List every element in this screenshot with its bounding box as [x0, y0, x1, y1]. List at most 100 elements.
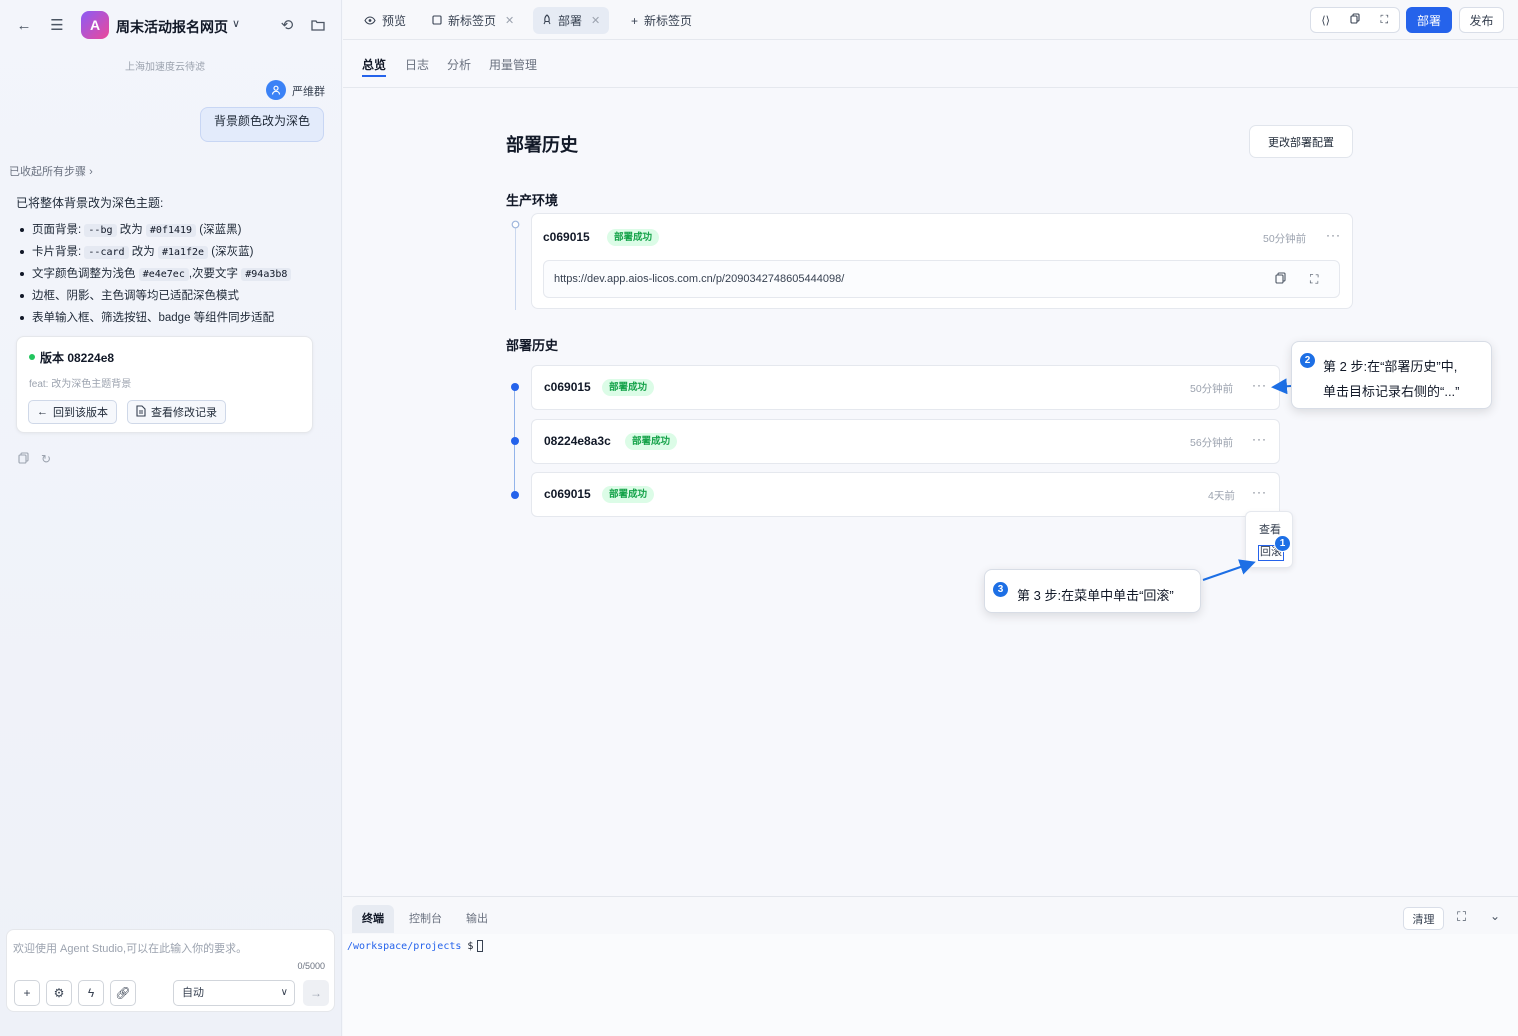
link-button[interactable]: 🔗︎: [110, 980, 136, 1006]
list-item-text: 文字颜色调整为浅色: [32, 268, 136, 280]
chevron-double-down-icon[interactable]: ⌄: [1490, 909, 1500, 923]
deployment-url-box: https://dev.app.aios-licos.com.cn/p/2090…: [543, 260, 1340, 298]
send-button[interactable]: →: [303, 980, 329, 1006]
copy-icon[interactable]: [18, 452, 29, 467]
copy-icon[interactable]: [1340, 13, 1369, 27]
list-item-text: ,次要文字: [188, 268, 239, 280]
list-item-text: 表单输入框、筛选按钮、badge 等组件同步适配: [32, 312, 275, 324]
list-item-text: 边框、阴影、主色调等均已适配深色模式: [32, 290, 239, 302]
subtab-overview[interactable]: 总览: [362, 56, 387, 77]
tab-deploy[interactable]: 部署 ✕: [533, 7, 610, 34]
publish-button[interactable]: 发布: [1459, 7, 1504, 33]
step-2-callout: 2 第 2 步:在“部署历史”中, 单击目标记录右侧的“...”: [1291, 341, 1492, 409]
terminal-cursor: [477, 940, 484, 952]
terminal-line: /workspace/projects $: [347, 940, 484, 952]
fullscreen-icon[interactable]: ⛶: [1370, 14, 1399, 27]
deployment-url[interactable]: https://dev.app.aios-licos.com.cn/p/2090…: [554, 273, 844, 285]
list-item: 卡片背景: --card 改为 #1a1f2e (深灰蓝): [20, 244, 291, 266]
collapsed-steps-label: 已收起所有步骤: [9, 166, 86, 178]
tab-terminal[interactable]: 终端: [352, 905, 394, 933]
inline-code: #0f1419: [145, 224, 197, 237]
subtab-logs[interactable]: 日志: [405, 56, 429, 73]
history-row: 08224e8a3c 部署成功 56分钟前 ···: [531, 419, 1280, 464]
tab-output[interactable]: 输出: [456, 905, 498, 933]
add-button[interactable]: +: [14, 980, 40, 1006]
refresh-icon[interactable]: ↻: [41, 452, 51, 466]
rollback-version-button[interactable]: ← 回到该版本: [28, 400, 117, 424]
deploy-button[interactable]: 部署: [1406, 7, 1452, 33]
commit-hash: c069015: [544, 380, 591, 394]
square-icon: [432, 14, 442, 28]
maximize-icon[interactable]: ⛶: [1457, 909, 1466, 925]
collapsed-steps-toggle[interactable]: 已收起所有步骤 ›: [9, 163, 93, 179]
more-options-button[interactable]: ···: [1252, 378, 1267, 392]
list-item: 边框、阴影、主色调等均已适配深色模式: [20, 288, 291, 310]
terminal-body[interactable]: /workspace/projects $: [343, 934, 1518, 1036]
production-card: c069015 部署成功 50分钟前 ··· https://dev.app.a…: [531, 213, 1353, 309]
more-options-button[interactable]: ···: [1252, 485, 1267, 499]
view-changes-button[interactable]: 查看修改记录: [127, 400, 226, 424]
view-changes-label: 查看修改记录: [151, 407, 217, 419]
tab-label: 新标签页: [448, 14, 497, 28]
version-card: 版本 08224e8 feat: 改为深色主题背景 ← 回到该版本 查看修改记录: [16, 336, 313, 433]
close-icon[interactable]: ✕: [591, 14, 600, 27]
history-row: c069015 部署成功 50分钟前 ···: [531, 365, 1280, 410]
tab-label: 预览: [382, 14, 407, 28]
inline-code: #94a3b8: [241, 268, 292, 281]
tab-new-1[interactable]: 新标签页 ✕: [423, 7, 523, 34]
list-item-text: 改为: [131, 246, 155, 258]
tab-bar: 预览 新标签页 ✕ 部署 ✕ + 新标签页 ⟨⟩ ⛶ 部署 发布: [343, 0, 1518, 40]
status-badge: 部署成功: [602, 486, 655, 503]
history-icon[interactable]: ⟲: [278, 16, 296, 34]
mode-select[interactable]: 自动 ∨: [173, 980, 295, 1006]
subtab-analytics[interactable]: 分析: [447, 56, 471, 73]
version-title: 版本 08224e8: [40, 351, 115, 365]
chat-sidebar: ← ☰ A 周末活动报名网页 ∨ ⟲ 上海加速度云待滤 严维群 背景颜色改为深色…: [0, 0, 342, 1036]
plus-icon: +: [23, 986, 31, 1000]
main-panel: 预览 新标签页 ✕ 部署 ✕ + 新标签页 ⟨⟩ ⛶ 部署 发布 总览 日志 分…: [343, 0, 1518, 1036]
more-options-button[interactable]: ···: [1252, 432, 1267, 446]
list-item-text: 改为: [119, 224, 143, 236]
open-external-icon[interactable]: ⛶: [1310, 272, 1318, 287]
chevron-right-icon: ›: [89, 166, 93, 178]
history-row: c069015 部署成功 4天前 ···: [531, 472, 1280, 517]
list-item: 页面背景: --bg 改为 #0f1419 (深蓝黑): [20, 222, 291, 244]
back-arrow-icon[interactable]: ←: [15, 16, 33, 34]
version-subtitle: feat: 改为深色主题背景: [29, 379, 132, 390]
commit-hash: 08224e8a3c: [544, 434, 611, 448]
workspace-meta: 上海加速度云待滤: [125, 62, 205, 73]
terminal-path: /workspace/projects: [347, 941, 462, 952]
gear-icon: ⚙: [53, 986, 65, 1000]
change-config-button[interactable]: 更改部署配置: [1249, 125, 1353, 158]
clear-button[interactable]: 清理: [1403, 907, 1444, 930]
timeline-node: [511, 220, 520, 229]
production-section-label: 生产环境: [506, 193, 559, 208]
subtab-usage[interactable]: 用量管理: [489, 56, 537, 73]
terminal-tab-bar: 终端 控制台 输出 清理 ⛶ ⌄: [343, 896, 1518, 934]
inline-code: --bg: [84, 224, 117, 237]
menu-item-view[interactable]: 查看: [1259, 521, 1281, 537]
chevron-down-icon[interactable]: ∨: [232, 17, 240, 30]
settings-button[interactable]: ⚙: [46, 980, 72, 1006]
copy-icon[interactable]: [1275, 272, 1286, 287]
list-item: 表单输入框、筛选按钮、badge 等组件同步适配: [20, 310, 291, 332]
more-options-button[interactable]: ···: [1326, 228, 1341, 242]
chat-input[interactable]: 欢迎使用 Agent Studio,可以在此输入你的要求。: [13, 940, 247, 956]
new-tab-button[interactable]: + 新标签页: [622, 7, 701, 34]
lightning-button[interactable]: ϟ: [78, 980, 104, 1006]
history-section-label: 部署历史: [506, 338, 559, 353]
tab-console[interactable]: 控制台: [399, 905, 452, 933]
tab-preview[interactable]: 预览: [355, 7, 415, 34]
step-3-callout: 3 第 3 步:在菜单中单击“回滚”: [984, 569, 1201, 613]
chat-composer: 欢迎使用 Agent Studio,可以在此输入你的要求。 0/5000 + ⚙…: [6, 929, 335, 1012]
code-icon[interactable]: ⟨⟩: [1311, 14, 1340, 27]
user-avatar: [266, 80, 286, 100]
status-badge: 部署成功: [607, 229, 660, 246]
folder-icon[interactable]: [309, 16, 327, 34]
list-icon[interactable]: ☰: [48, 16, 66, 34]
app-title[interactable]: 周末活动报名网页: [116, 17, 228, 37]
timeline-node: [511, 437, 519, 445]
page-title: 部署历史: [506, 135, 578, 155]
deploy-time: 50分钟前: [1263, 233, 1307, 245]
close-icon[interactable]: ✕: [505, 14, 514, 27]
